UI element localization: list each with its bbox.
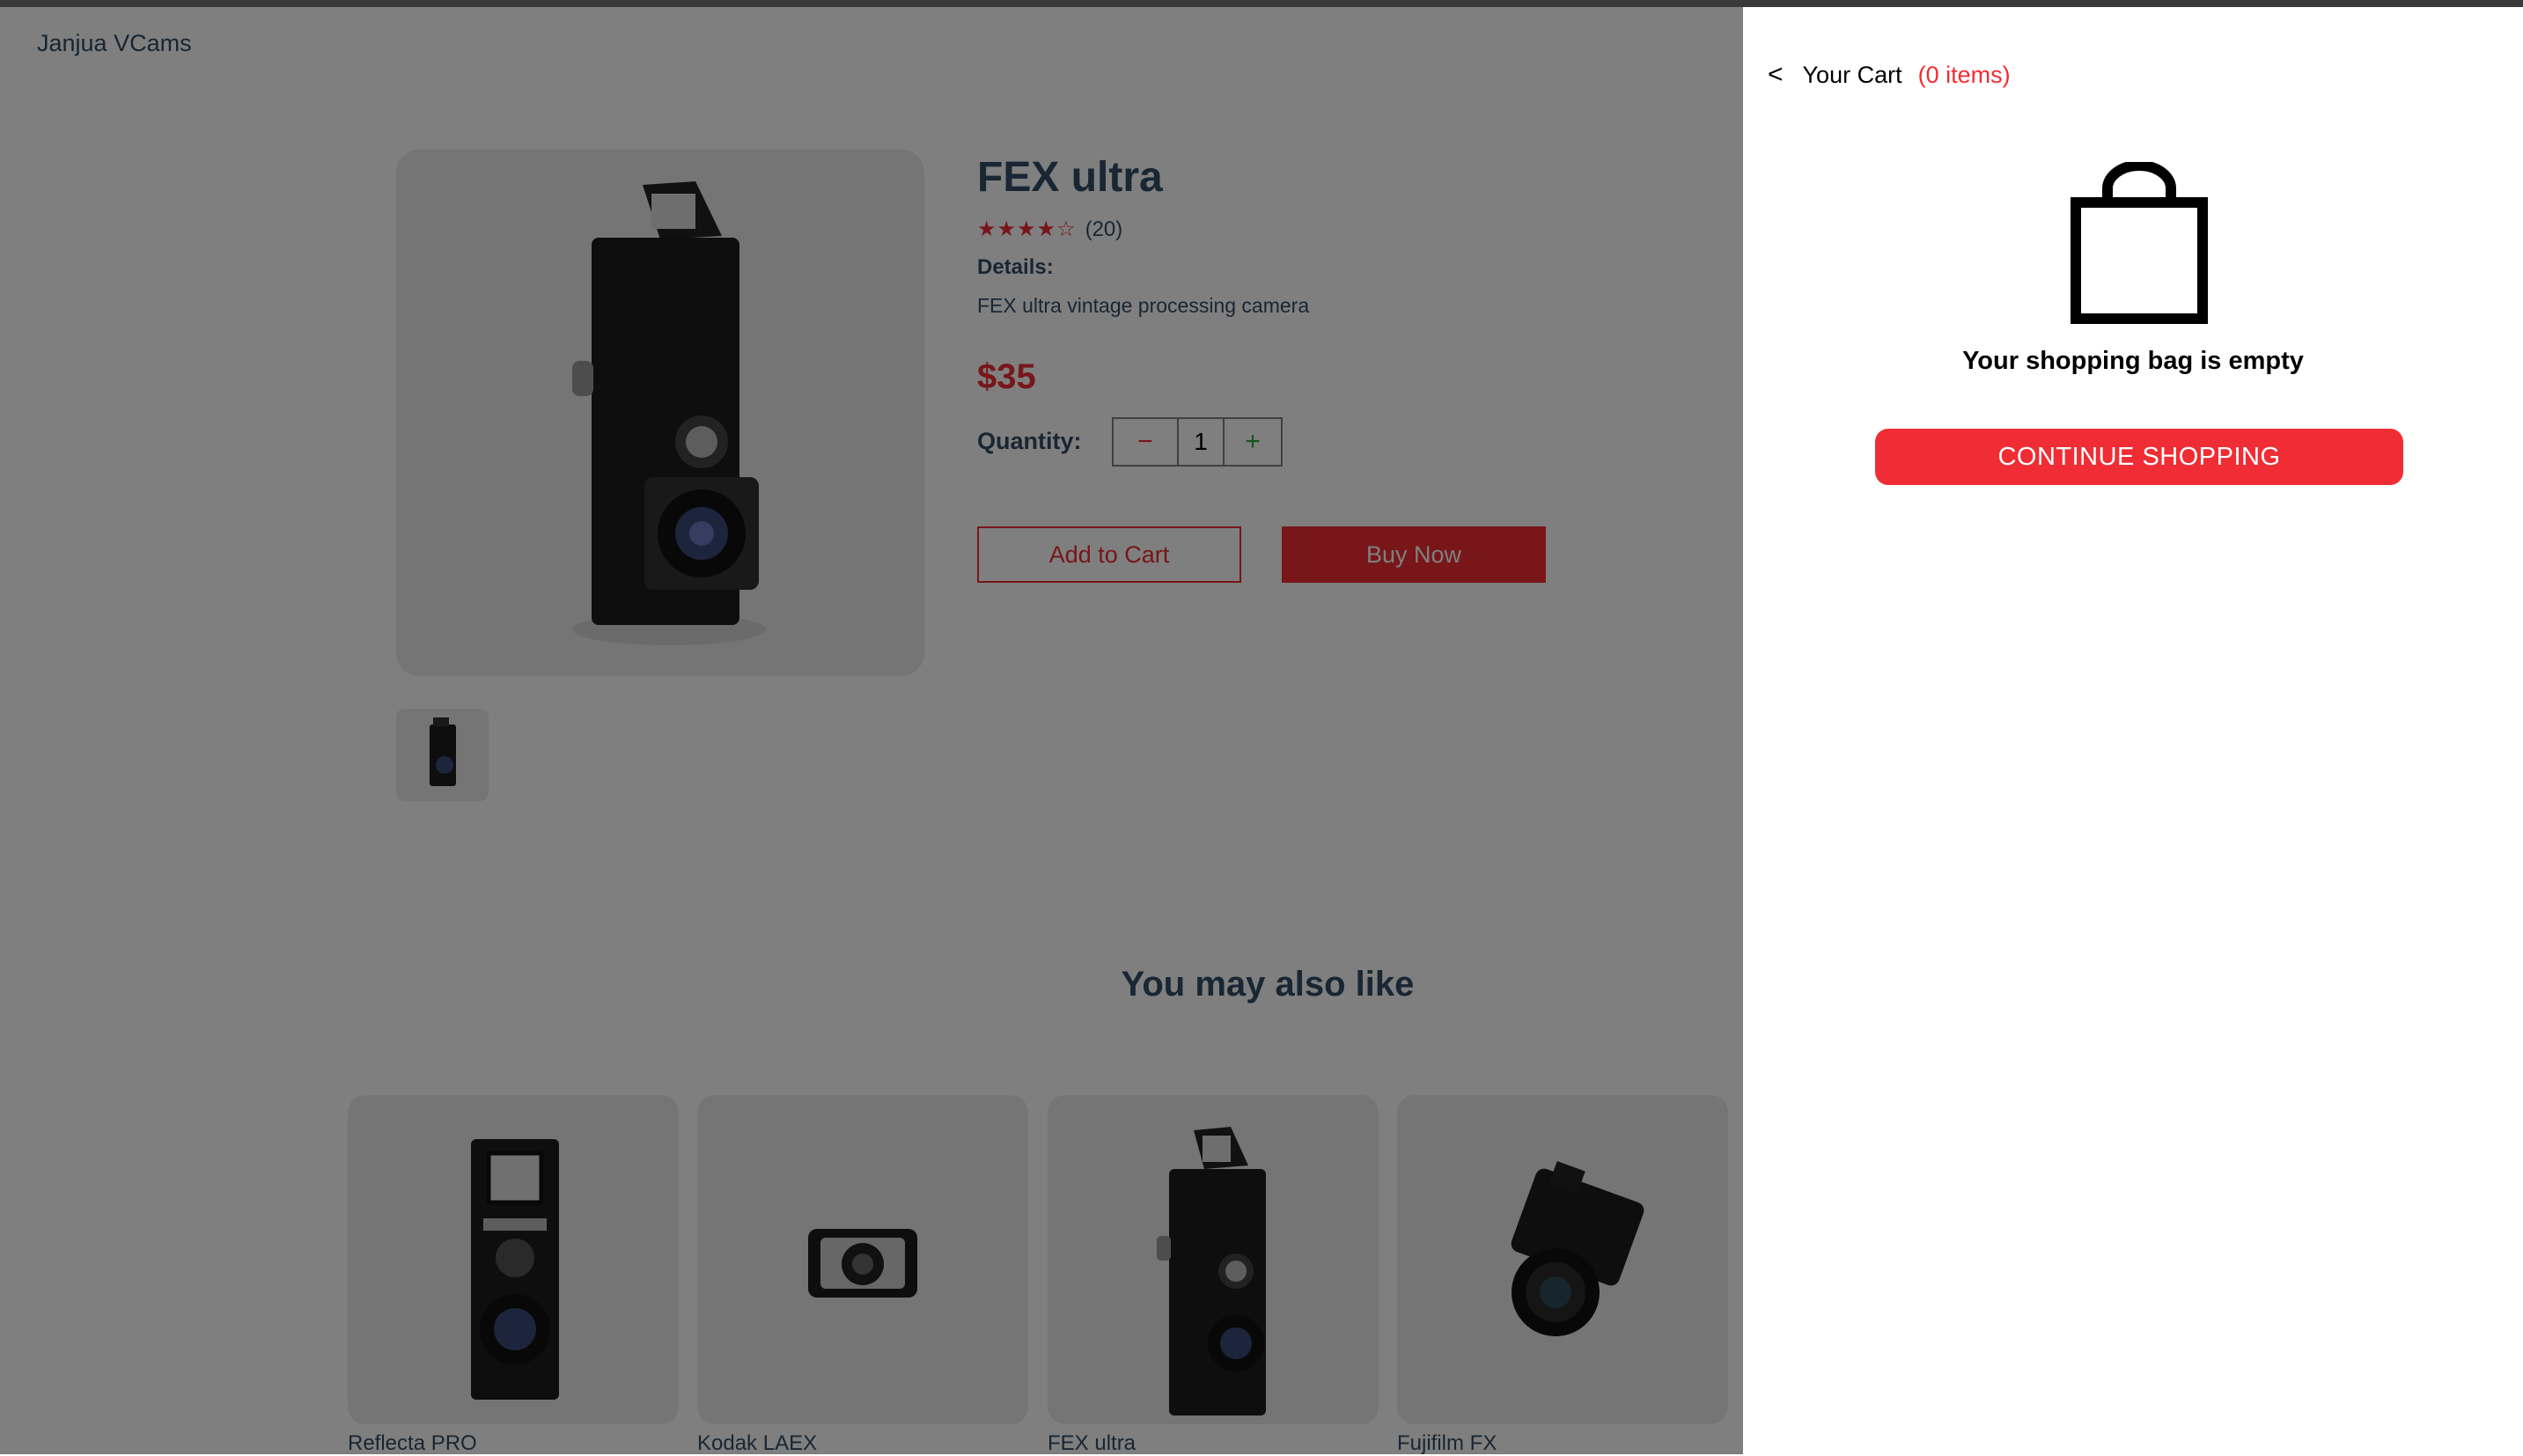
cart-drawer: < Your Cart (0 items) Your shopping bag … <box>1743 7 2523 1454</box>
cart-header[interactable]: < Your Cart (0 items) <box>1768 60 2011 90</box>
cart-title: Your Cart <box>1802 61 1902 88</box>
continue-shopping-button[interactable]: CONTINUE SHOPPING <box>1875 429 2403 485</box>
chevron-left-icon[interactable]: < <box>1768 60 1784 90</box>
cart-item-count: (0 items) <box>1917 61 2011 88</box>
top-bar <box>0 0 2523 7</box>
empty-cart-message: Your shopping bag is empty <box>1962 347 2304 375</box>
shopping-bag-icon <box>2071 160 2208 328</box>
